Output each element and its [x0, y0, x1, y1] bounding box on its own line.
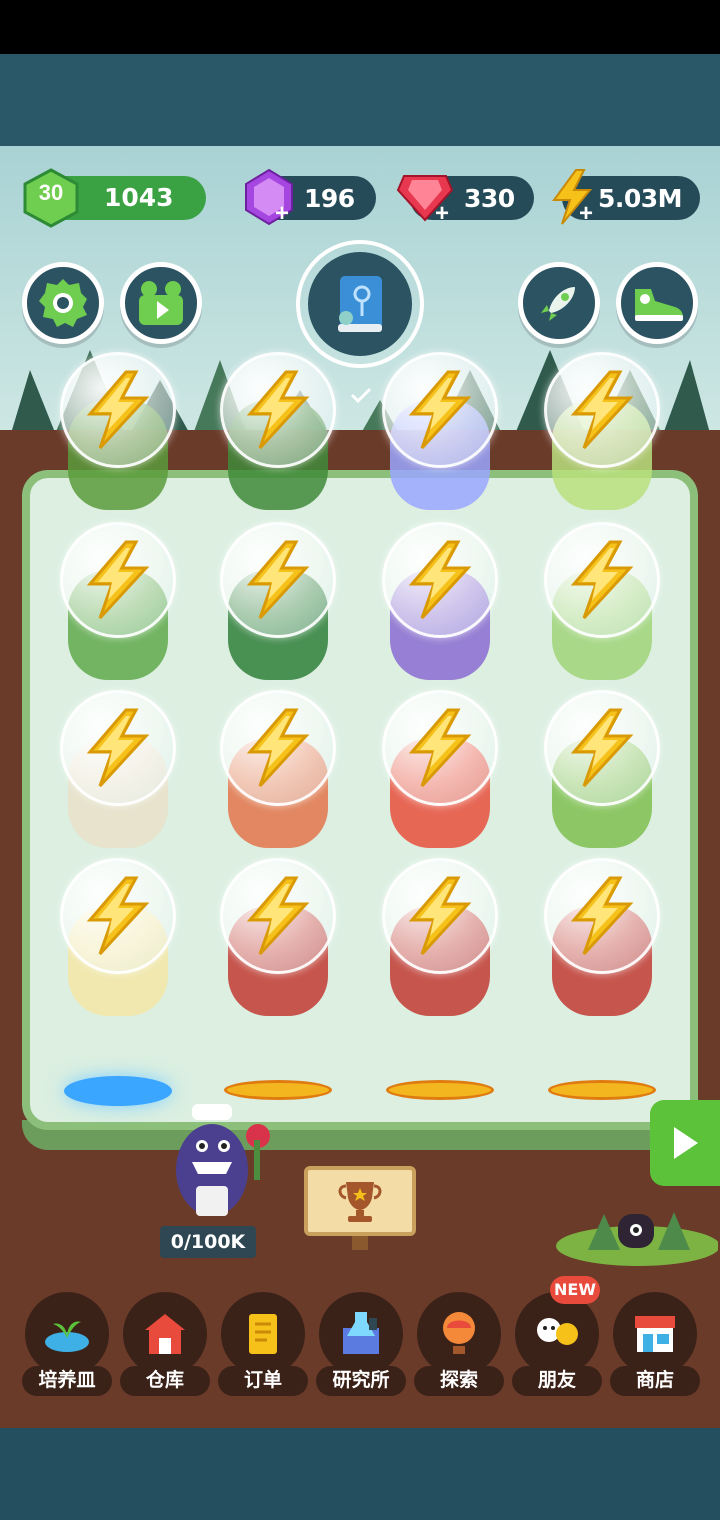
energy-bubble[interactable]	[382, 858, 498, 974]
lightning-bolt-icon	[570, 540, 634, 620]
top-banner	[0, 54, 720, 146]
plant-journal-button[interactable]	[296, 240, 424, 368]
nav-label: 研究所	[316, 1366, 406, 1396]
scroll-icon	[249, 1314, 277, 1354]
video-icon	[139, 281, 183, 325]
friends-icon	[537, 1318, 578, 1345]
energy-bubble[interactable]	[220, 858, 336, 974]
nav-item-petri-dish[interactable]: 培养皿	[22, 1292, 112, 1402]
next-page-button[interactable]	[650, 1100, 720, 1186]
nav-item-balloon[interactable]: 探索	[414, 1292, 504, 1402]
gold-pedestal	[224, 1080, 332, 1100]
sneaker-button[interactable]	[616, 262, 698, 344]
lightning-bolt-icon	[86, 370, 150, 450]
gold-pedestal	[548, 1080, 656, 1100]
nav-icon-circle	[613, 1292, 697, 1376]
nav-label: 朋友	[512, 1366, 602, 1396]
balloon-icon	[443, 1312, 475, 1354]
player-level: 30	[38, 180, 64, 205]
lightning-bolt-icon	[246, 876, 310, 956]
energy-bubble[interactable]	[544, 690, 660, 806]
energy-bubble[interactable]	[60, 858, 176, 974]
energy-bubble[interactable]	[60, 522, 176, 638]
petri-dish-icon	[45, 1321, 89, 1352]
new-badge: NEW	[550, 1276, 600, 1304]
moss-creature[interactable]	[548, 1200, 718, 1270]
add-gems-icon[interactable]: +	[272, 202, 292, 226]
gear-icon	[39, 279, 87, 327]
energy-bubble[interactable]	[60, 690, 176, 806]
add-rubies-icon[interactable]: +	[432, 202, 452, 226]
add-energy-icon[interactable]: +	[576, 202, 596, 226]
nav-item-barn[interactable]: 仓库	[120, 1292, 210, 1402]
energy-value: 5.03M	[598, 183, 683, 213]
leaderboard-sign[interactable]	[304, 1166, 416, 1236]
lightning-bolt-icon	[408, 370, 472, 450]
gems-value: 196	[304, 183, 355, 213]
rocket-button[interactable]	[518, 262, 600, 344]
lightning-bolt-icon	[246, 370, 310, 450]
coin-progress-label: 0/100K	[160, 1226, 256, 1258]
rocket-icon	[541, 287, 575, 321]
ice-pedestal	[64, 1076, 172, 1106]
shop-icon	[635, 1316, 675, 1352]
lightning-bolt-icon	[246, 540, 310, 620]
lightning-bolt-icon	[86, 708, 150, 788]
nav-icon-circle	[515, 1292, 599, 1376]
energy-bubble[interactable]	[220, 522, 336, 638]
energy-bubble[interactable]	[220, 352, 336, 468]
lightning-bolt-icon	[86, 540, 150, 620]
lightning-bolt-icon	[408, 540, 472, 620]
nav-item-shop[interactable]: 商店	[610, 1292, 700, 1402]
status-bar	[0, 0, 720, 54]
nav-icon-circle	[319, 1292, 403, 1376]
bottom-banner	[0, 1428, 720, 1520]
play-arrow-icon	[674, 1127, 698, 1159]
rubies-value: 330	[464, 183, 515, 213]
game-screen: 30 1043 196 + 330 + 5.03M + 0/100K 培养皿 仓…	[0, 0, 720, 1520]
lightning-bolt-icon	[86, 876, 150, 956]
nav-icon-circle	[417, 1292, 501, 1376]
journal-inner	[308, 252, 412, 356]
energy-bubble[interactable]	[382, 690, 498, 806]
nav-icon-circle	[221, 1292, 305, 1376]
energy-bubble[interactable]	[544, 352, 660, 468]
energy-bubble[interactable]	[220, 690, 336, 806]
settings-button[interactable]	[22, 262, 104, 344]
nav-label: 培养皿	[22, 1366, 112, 1396]
energy-bubble[interactable]	[382, 522, 498, 638]
nav-item-lab[interactable]: 研究所	[316, 1292, 406, 1402]
nav-item-scroll[interactable]: 订单	[218, 1292, 308, 1402]
lightning-bolt-icon	[408, 876, 472, 956]
flower-book-icon	[338, 276, 382, 332]
lightning-bolt-icon	[246, 708, 310, 788]
sign-post	[352, 1236, 368, 1250]
energy-bubble[interactable]	[60, 352, 176, 468]
barn-icon	[145, 1314, 185, 1354]
lab-icon	[343, 1312, 379, 1354]
maid-monster-character[interactable]	[166, 1100, 278, 1226]
nav-label: 仓库	[120, 1366, 210, 1396]
energy-bubble[interactable]	[544, 858, 660, 974]
lightning-bolt-icon	[570, 876, 634, 956]
lightning-bolt-icon	[570, 370, 634, 450]
nav-icon-circle	[123, 1292, 207, 1376]
gold-pedestal	[386, 1080, 494, 1100]
nav-icon-circle	[25, 1292, 109, 1376]
nav-label: 商店	[610, 1366, 700, 1396]
nav-item-friends[interactable]: 朋友	[512, 1292, 602, 1402]
energy-bubble[interactable]	[382, 352, 498, 468]
lightning-bolt-icon	[570, 708, 634, 788]
video-reward-button[interactable]	[120, 262, 202, 344]
nav-label: 订单	[218, 1366, 308, 1396]
check-icon	[350, 387, 372, 404]
nav-label: 探索	[414, 1366, 504, 1396]
trophy-icon	[338, 1182, 382, 1222]
sneaker-icon	[635, 289, 683, 321]
coins-value: 1043	[104, 183, 174, 212]
energy-bubble[interactable]	[544, 522, 660, 638]
lightning-bolt-icon	[408, 708, 472, 788]
